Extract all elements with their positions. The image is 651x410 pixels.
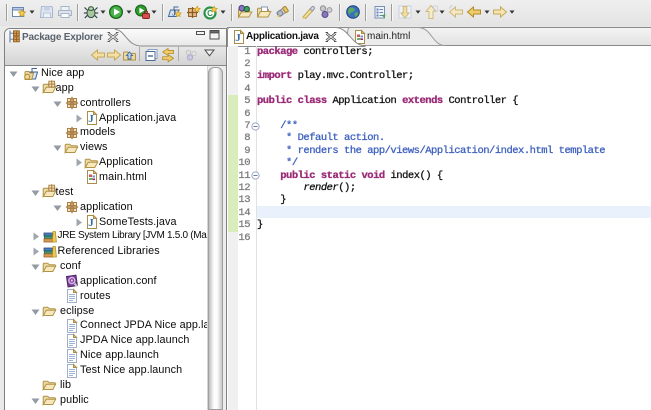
svg-text:C: C bbox=[207, 9, 213, 18]
svg-text:J: J bbox=[88, 113, 94, 125]
svg-text:J: J bbox=[88, 217, 94, 229]
svg-text:J: J bbox=[235, 32, 241, 44]
